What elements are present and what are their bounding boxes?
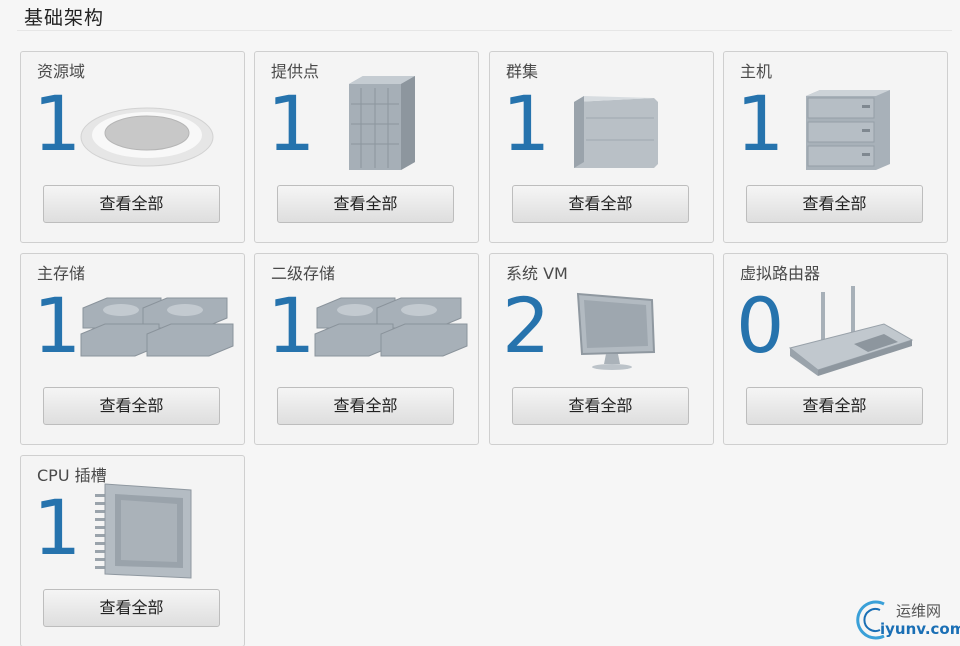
card-clusters: 群集 1 查看全部 bbox=[489, 51, 714, 243]
zone-icon bbox=[80, 107, 214, 167]
card-primary-storage: 主存储 1 查看全部 bbox=[20, 253, 245, 445]
card-count: 0 bbox=[736, 281, 785, 370]
cpu-socket-icon bbox=[95, 483, 192, 579]
view-all-button[interactable]: 查看全部 bbox=[746, 387, 923, 425]
router-icon bbox=[788, 286, 914, 376]
card-count: 1 bbox=[267, 281, 316, 370]
card-count: 1 bbox=[267, 79, 316, 168]
card-secondary-storage: 二级存储 1 查看全部 bbox=[254, 253, 479, 445]
page-title: 基础架构 bbox=[24, 7, 105, 29]
watermark: 运维网 iyunv.com bbox=[852, 596, 960, 646]
view-all-button[interactable]: 查看全部 bbox=[746, 185, 923, 223]
watermark-text: 运维网 bbox=[896, 602, 942, 620]
watermark-url: iyunv.com bbox=[880, 620, 960, 638]
view-all-button[interactable]: 查看全部 bbox=[277, 185, 454, 223]
card-count: 1 bbox=[736, 79, 785, 168]
view-all-button[interactable]: 查看全部 bbox=[43, 185, 220, 223]
cluster-icon bbox=[574, 96, 658, 168]
card-pods: 提供点 1 查看全部 bbox=[254, 51, 479, 243]
host-icon bbox=[806, 90, 890, 170]
card-count: 1 bbox=[33, 483, 82, 572]
card-count: 1 bbox=[33, 79, 82, 168]
view-all-button[interactable]: 查看全部 bbox=[43, 589, 220, 627]
card-cpu-sockets: CPU 插槽 1 查看全部 bbox=[20, 455, 245, 646]
card-zones: 资源域 1 查看全部 bbox=[20, 51, 245, 243]
view-all-button[interactable]: 查看全部 bbox=[43, 387, 220, 425]
card-system-vms: 系统 VM 2 查看全部 bbox=[489, 253, 714, 445]
pod-icon bbox=[349, 76, 415, 170]
card-count: 2 bbox=[502, 281, 551, 370]
view-all-button[interactable]: 查看全部 bbox=[512, 185, 689, 223]
primary-storage-icon bbox=[80, 297, 234, 357]
monitor-icon bbox=[576, 292, 656, 370]
view-all-button[interactable]: 查看全部 bbox=[512, 387, 689, 425]
card-hosts: 主机 1 查看全部 bbox=[723, 51, 948, 243]
card-count: 1 bbox=[502, 79, 551, 168]
card-count: 1 bbox=[33, 281, 82, 370]
secondary-storage-icon bbox=[314, 297, 468, 357]
view-all-button[interactable]: 查看全部 bbox=[277, 387, 454, 425]
card-virtual-routers: 虚拟路由器 0 查看全部 bbox=[723, 253, 948, 445]
title-divider bbox=[17, 30, 952, 31]
